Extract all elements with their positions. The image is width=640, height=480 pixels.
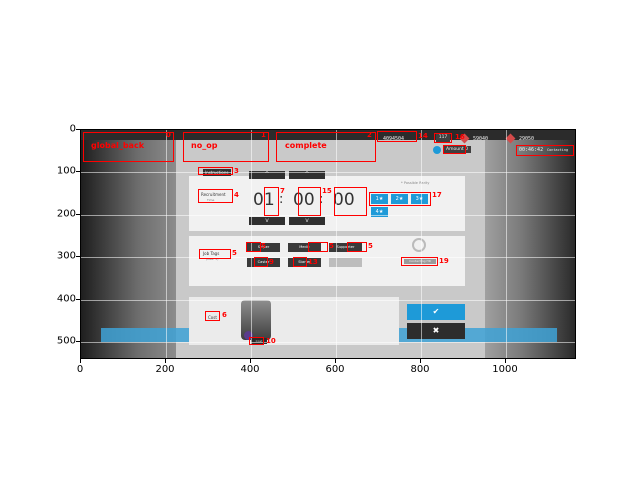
annotation-box-9[interactable] xyxy=(254,257,268,267)
annotation-box-15[interactable] xyxy=(298,187,321,216)
y-tick-label: 300 xyxy=(56,250,76,262)
y-tick-mark xyxy=(76,171,80,172)
cancel-button[interactable]: ✖ xyxy=(407,323,465,339)
annotation-number-15: 15 xyxy=(322,187,332,195)
x-tick-mark xyxy=(250,359,251,363)
annotation-number-5d: 5 xyxy=(368,242,373,250)
grid-line xyxy=(81,257,575,258)
refresh-icon[interactable] xyxy=(412,238,426,252)
x-tick-mark xyxy=(335,359,336,363)
y-tick-label: 0 xyxy=(69,123,76,135)
annotation-box-5c[interactable] xyxy=(308,242,328,252)
grid-line xyxy=(336,130,337,358)
annotation-box-14[interactable] xyxy=(377,131,417,142)
y-tick-mark xyxy=(76,299,80,300)
confirm-button[interactable]: ✔ xyxy=(407,304,465,320)
annotation-number-10: 10 xyxy=(266,337,276,345)
x-tick-label: 400 xyxy=(240,364,260,375)
grid-line xyxy=(166,130,167,358)
screenshot-frame: 4094504 117 59040 29050 Amount 0 00:46:4… xyxy=(80,129,576,359)
annotation-number-5c: 5 xyxy=(329,242,334,250)
annotation-number-4: 4 xyxy=(234,191,239,199)
x-tick-mark xyxy=(80,359,81,363)
annotation-box-12[interactable] xyxy=(334,187,367,216)
grid-line xyxy=(81,215,575,216)
y-tick-label: 400 xyxy=(56,293,76,305)
annotation-number-7: 7 xyxy=(280,187,285,195)
annotation-box-17[interactable] xyxy=(369,192,431,206)
annotation-box-5b[interactable] xyxy=(246,242,261,252)
x-tick-label: 800 xyxy=(410,364,430,375)
annotation-number-14: 14 xyxy=(418,132,428,140)
grid-line xyxy=(421,130,422,358)
y-tick-mark xyxy=(76,214,80,215)
x-tick-label: 1000 xyxy=(492,364,518,375)
x-tick-label: 600 xyxy=(325,364,345,375)
cost-panel xyxy=(189,297,399,345)
grid-line xyxy=(506,130,507,358)
orundum-count: 29050 xyxy=(519,136,535,142)
annotation-box-5d[interactable] xyxy=(347,242,367,252)
annotation-number-0: 0 xyxy=(166,131,171,139)
annotation-number-13: 13 xyxy=(308,258,318,266)
annotation-label-1: no_op xyxy=(191,141,218,150)
rarity-title: * Possible Rarity xyxy=(401,181,430,185)
annotation-box-10[interactable] xyxy=(249,337,264,345)
x-tick-mark xyxy=(420,359,421,363)
annotation-number-5b: 5 xyxy=(261,242,266,250)
grid-line xyxy=(81,342,575,343)
annotation-box-7[interactable] xyxy=(264,187,279,216)
lmd-count: 59040 xyxy=(473,136,489,142)
annotation-label-2: complete xyxy=(285,141,327,150)
x-tick-mark xyxy=(505,359,506,363)
x-tick-mark xyxy=(165,359,166,363)
annotation-number-19: 19 xyxy=(439,257,449,265)
y-tick-label: 200 xyxy=(56,208,76,220)
annotation-box-4[interactable] xyxy=(198,189,233,203)
annotation-number-17: 17 xyxy=(432,191,442,199)
annotation-box-13[interactable] xyxy=(293,257,307,267)
permit-icon xyxy=(433,146,441,154)
annotation-box-3[interactable] xyxy=(198,167,233,175)
annotation-number-5a: 5 xyxy=(232,249,237,257)
annotation-number-2: 2 xyxy=(367,131,372,139)
grid-line xyxy=(81,172,575,173)
annotation-box-19[interactable] xyxy=(401,257,438,266)
y-tick-mark xyxy=(76,129,80,130)
y-tick-mark xyxy=(76,341,80,342)
annotation-box-16[interactable] xyxy=(434,133,452,143)
minute-down-button[interactable]: v xyxy=(289,217,325,225)
y-tick-label: 500 xyxy=(56,335,76,347)
annotation-label-0: global_back xyxy=(91,141,145,150)
y-tick-label: 100 xyxy=(56,165,76,177)
annotation-number-6: 6 xyxy=(222,311,227,319)
hour-down-button[interactable]: v xyxy=(249,217,285,225)
x-tick-label: 0 xyxy=(76,364,84,375)
grid-line xyxy=(81,300,575,301)
annotation-box-6[interactable] xyxy=(205,311,220,321)
y-tick-mark xyxy=(76,256,80,257)
x-tick-label: 200 xyxy=(155,364,175,375)
annotation-box-17-timer[interactable] xyxy=(516,145,574,156)
annotation-number-3: 3 xyxy=(234,167,239,175)
annotation-box-18[interactable] xyxy=(443,145,466,154)
annotation-number-9: 9 xyxy=(269,258,274,266)
annotation-number-16: 16 xyxy=(455,133,465,141)
annotation-box-5a[interactable] xyxy=(199,249,231,259)
annotation-number-1: 1 xyxy=(261,131,266,139)
tag-empty-slot xyxy=(329,258,362,267)
